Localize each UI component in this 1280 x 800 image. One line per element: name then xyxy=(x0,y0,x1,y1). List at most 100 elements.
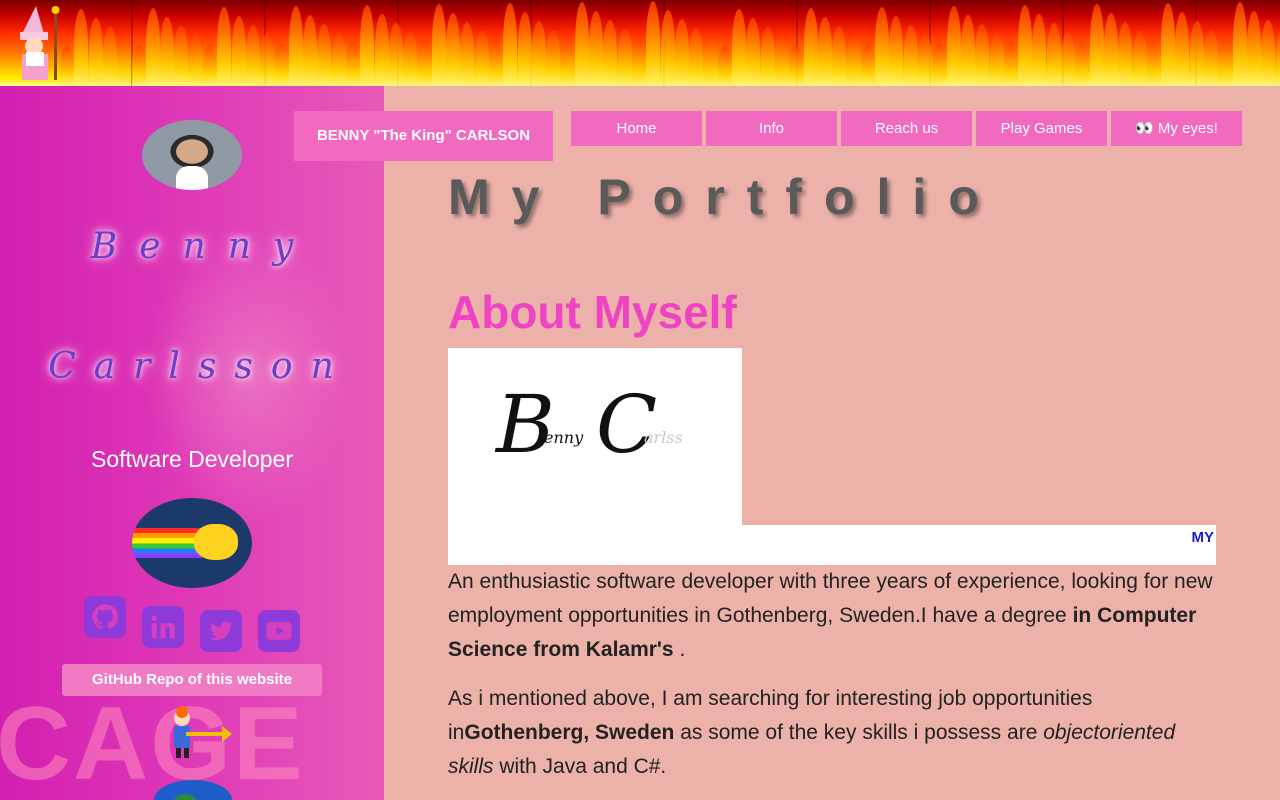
flame-shape xyxy=(1161,3,1176,86)
flame-shape xyxy=(875,7,890,86)
flame-shape xyxy=(431,4,446,86)
flame-shape xyxy=(1246,11,1261,86)
flame-shape xyxy=(932,43,947,86)
skills-location: Gothenberg, Sweden xyxy=(464,721,675,744)
flame-shape xyxy=(803,8,818,86)
flame-shape xyxy=(660,10,675,86)
flame-shape xyxy=(260,34,275,86)
flame-shape xyxy=(775,36,789,86)
github-icon[interactable] xyxy=(84,596,126,638)
flame-shape xyxy=(1061,32,1075,86)
flame-shape xyxy=(1089,4,1104,86)
flame-shape xyxy=(646,1,661,86)
fire-banner xyxy=(0,0,1280,86)
flame-shape xyxy=(632,38,646,86)
nav-info[interactable]: Info xyxy=(706,111,837,146)
flame-shape xyxy=(531,21,546,86)
flame-shape xyxy=(1261,20,1276,86)
nav-home[interactable]: Home xyxy=(571,111,702,146)
flame-shape xyxy=(145,8,160,86)
flame-shape xyxy=(102,27,117,86)
flame-shape xyxy=(331,33,346,86)
twitter-icon[interactable] xyxy=(200,610,242,652)
flame-shape xyxy=(689,28,704,86)
flame-shape xyxy=(489,40,503,86)
flame-shape xyxy=(560,39,575,86)
sidebar-first-name: Benny xyxy=(90,226,316,267)
flame-shape xyxy=(1146,40,1161,86)
flame-shape xyxy=(1118,22,1133,86)
flame-shape xyxy=(60,46,74,86)
flame-shape xyxy=(889,16,904,86)
flame-shape xyxy=(446,13,461,86)
flame-shape xyxy=(1275,29,1280,86)
flame-shape xyxy=(703,37,718,86)
flame-shape xyxy=(417,41,432,86)
flame-shape xyxy=(989,33,1004,86)
logo-text-enny: enny xyxy=(544,428,584,447)
flame-shape xyxy=(1132,31,1147,86)
about-heading: About Myself xyxy=(448,286,737,338)
marquee-text: MY xyxy=(1191,529,1215,546)
flame-shape xyxy=(789,45,804,86)
flame-shape xyxy=(846,35,861,86)
nav-reach-us[interactable]: Reach us xyxy=(841,111,972,146)
flame-shape xyxy=(346,42,360,86)
flame-shape xyxy=(460,22,475,86)
logo-text-arlss: arlss xyxy=(644,428,683,447)
wizard-icon xyxy=(20,6,60,80)
page-title: My Portfolio xyxy=(448,169,1001,225)
skills-text-3: with Java and C#. xyxy=(493,755,667,778)
flame-shape xyxy=(1046,23,1061,86)
flame-shape xyxy=(303,15,318,86)
brand-badge[interactable]: BENNY "The King" CARLSON xyxy=(294,111,553,161)
flame-shape xyxy=(374,14,389,86)
sidebar-role: Software Developer xyxy=(91,446,293,472)
flame-shape xyxy=(203,44,217,86)
nav-my-eyes[interactable]: 👀 My eyes! xyxy=(1111,111,1242,146)
skills-paragraph: As i mentioned above, I am searching for… xyxy=(448,682,1216,784)
pikachu-icon xyxy=(194,524,238,560)
flame-shape xyxy=(160,17,175,86)
flame-shape xyxy=(317,24,332,86)
flame-shape xyxy=(131,45,146,86)
logo-letter-c: C xyxy=(596,378,658,471)
flame-shape xyxy=(975,24,990,86)
flame-shape xyxy=(960,15,975,86)
flame-shape xyxy=(388,23,403,86)
intro-paragraph: An enthusiastic software developer with … xyxy=(448,565,1216,667)
trombone-clown-icon xyxy=(174,706,232,758)
flame-shape xyxy=(717,46,732,86)
youtube-icon[interactable] xyxy=(258,610,300,652)
flame-shape xyxy=(1018,5,1033,86)
github-repo-button[interactable]: GitHub Repo of this website xyxy=(62,664,322,696)
flame-shape xyxy=(546,30,561,86)
flame-shape xyxy=(732,9,747,86)
flame-shape xyxy=(403,32,418,86)
skills-text-2: as some of the key skills i possess are xyxy=(674,721,1044,744)
marquee-ticker: MY xyxy=(448,525,1216,565)
flame-shape xyxy=(88,18,103,86)
linkedin-icon[interactable] xyxy=(142,606,184,648)
flame-shape xyxy=(603,20,618,86)
rainbow-trail xyxy=(132,528,202,558)
nav-play-games[interactable]: Play Games xyxy=(976,111,1107,146)
flame-shape xyxy=(1103,13,1118,86)
flame-shape xyxy=(589,11,604,86)
logo-letter-b: B xyxy=(496,378,555,471)
flame-shape xyxy=(1032,14,1047,86)
flame-shape xyxy=(860,44,875,86)
flame-shape xyxy=(918,34,932,86)
flame-shape xyxy=(231,16,246,86)
flame-shape xyxy=(174,26,189,86)
flame-shape xyxy=(188,35,203,86)
social-links xyxy=(84,596,304,656)
flame-shape xyxy=(74,9,89,86)
nyan-pikachu-image xyxy=(132,498,252,588)
flame-shape xyxy=(760,27,775,86)
flame-shape xyxy=(903,25,918,86)
flame-shape xyxy=(474,31,489,86)
flame-shape xyxy=(517,12,532,86)
flame-shape xyxy=(574,2,589,86)
flame-shape xyxy=(817,17,832,86)
